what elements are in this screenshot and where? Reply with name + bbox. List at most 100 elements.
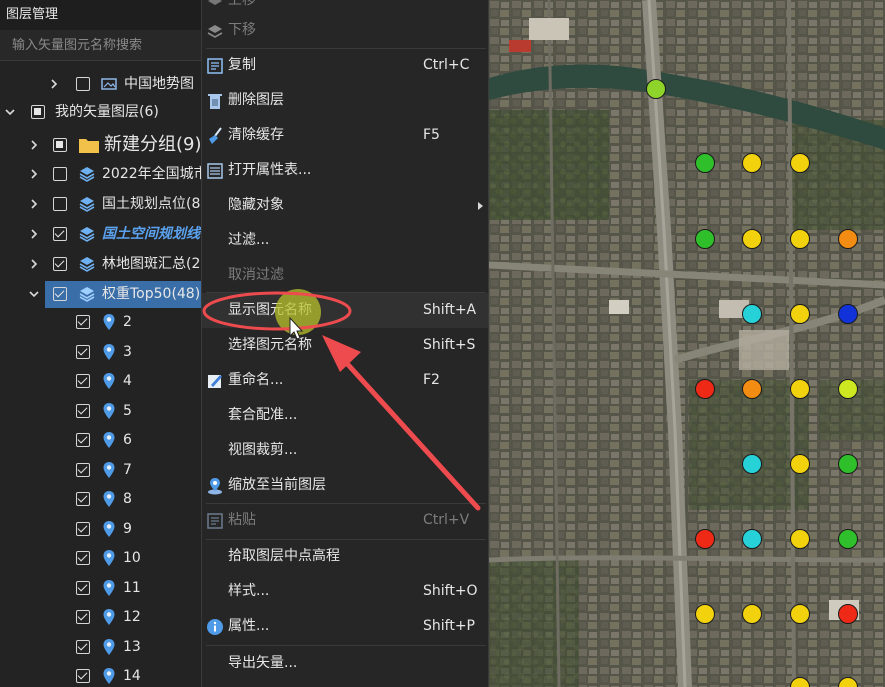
menu-item-delete-layer[interactable]: 删除图层: [202, 83, 488, 118]
tree-row-point[interactable]: 2: [0, 308, 201, 336]
menu-item-export-vector[interactable]: 导出矢量...: [202, 646, 488, 681]
poi-marker[interactable]: [695, 604, 715, 624]
poi-marker[interactable]: [838, 379, 858, 399]
chevron-right-icon[interactable]: [28, 168, 40, 180]
menu-item-show-feature-names[interactable]: 显示图元名称 Shift+A: [202, 293, 488, 328]
tree-row-vector-root[interactable]: 我的矢量图层(6): [0, 98, 201, 126]
point-checkbox[interactable]: [76, 639, 90, 654]
chevron-right-icon[interactable]: [28, 139, 40, 151]
poi-marker[interactable]: [838, 454, 858, 474]
chevron-right-icon[interactable]: [28, 228, 40, 240]
layer-checkbox[interactable]: [76, 77, 90, 91]
menu-item-filter[interactable]: 过滤...: [202, 223, 488, 258]
poi-marker[interactable]: [695, 153, 715, 173]
menu-item-zoom-to-layer[interactable]: 缩放至当前图层: [202, 468, 488, 503]
tree-row-layer-selected[interactable]: 权重Top50(48): [0, 280, 201, 308]
menu-label: 粘贴: [228, 512, 256, 528]
tree-row-basemap[interactable]: 中国地势图: [0, 70, 201, 98]
menu-item-select-feature-names[interactable]: 选择图元名称 Shift+S: [202, 328, 488, 363]
point-checkbox[interactable]: [76, 492, 90, 506]
menu-item-move-down[interactable]: 下移: [202, 13, 488, 48]
menu-item-register[interactable]: 套合配准...: [202, 398, 488, 433]
point-checkbox[interactable]: [76, 374, 90, 388]
point-checkbox[interactable]: [76, 669, 90, 683]
tree-row-layer[interactable]: 林地图斑汇总(2: [0, 250, 201, 278]
chevron-down-icon[interactable]: [28, 288, 40, 300]
point-checkbox[interactable]: [76, 403, 90, 418]
menu-item-hide-objects[interactable]: 隐藏对象: [202, 188, 488, 223]
tree-row-point[interactable]: 7: [0, 456, 201, 484]
layer-checkbox[interactable]: [53, 138, 67, 152]
tree-row-point[interactable]: 11: [0, 574, 201, 602]
poi-marker[interactable]: [742, 153, 762, 173]
point-checkbox[interactable]: [76, 433, 90, 447]
point-checkbox[interactable]: [76, 344, 90, 359]
tree-row-layer[interactable]: 国土规划点位(8: [0, 190, 201, 218]
chevron-down-icon[interactable]: [4, 106, 16, 118]
chevron-right-icon[interactable]: [28, 198, 40, 210]
poi-marker[interactable]: [838, 604, 858, 624]
tree-row-point[interactable]: 5: [0, 397, 201, 425]
poi-marker[interactable]: [742, 304, 762, 324]
menu-label: 删除图层: [228, 92, 284, 108]
poi-marker[interactable]: [838, 304, 858, 324]
poi-marker[interactable]: [742, 454, 762, 474]
layer-checkbox[interactable]: [31, 105, 45, 119]
tree-row-point[interactable]: 6: [0, 426, 201, 454]
layer-checkbox[interactable]: [53, 287, 67, 301]
app-window: 图层管理 中国地势图 我的矢量图层(6): [0, 0, 885, 687]
poi-marker[interactable]: [742, 229, 762, 249]
menu-item-view-clip[interactable]: 视图裁剪...: [202, 433, 488, 468]
chevron-right-icon[interactable]: [28, 258, 40, 270]
menu-item-pick-center-elevation[interactable]: 拾取图层中点高程: [202, 539, 488, 574]
layer-checkbox[interactable]: [53, 257, 67, 271]
layer-checkbox[interactable]: [53, 227, 67, 241]
menu-item-copy[interactable]: 复制 Ctrl+C: [202, 48, 488, 83]
poi-marker[interactable]: [742, 604, 762, 624]
tree-row-folder[interactable]: 新建分组(9): [0, 130, 201, 160]
poi-marker[interactable]: [790, 304, 810, 324]
point-checkbox[interactable]: [76, 521, 90, 536]
poi-marker[interactable]: [742, 529, 762, 549]
map-view[interactable]: [489, 0, 885, 687]
poi-marker[interactable]: [790, 454, 810, 474]
menu-item-properties[interactable]: 属性... Shift+P: [202, 609, 488, 644]
layer-checkbox[interactable]: [53, 197, 67, 211]
poi-marker[interactable]: [790, 153, 810, 173]
menu-item-style[interactable]: 样式... Shift+O: [202, 574, 488, 609]
point-checkbox[interactable]: [76, 315, 90, 329]
tree-row-point[interactable]: 9: [0, 515, 201, 543]
poi-marker[interactable]: [646, 79, 666, 99]
poi-marker[interactable]: [695, 229, 715, 249]
poi-marker[interactable]: [790, 604, 810, 624]
poi-marker[interactable]: [838, 229, 858, 249]
menu-item-cancel-filter[interactable]: 取消过滤: [202, 258, 488, 293]
poi-marker[interactable]: [695, 529, 715, 549]
poi-marker[interactable]: [790, 379, 810, 399]
tree-row-layer[interactable]: 国土空间规划线: [0, 220, 201, 248]
tree-row-point[interactable]: 8: [0, 485, 201, 513]
poi-marker[interactable]: [742, 379, 762, 399]
chevron-right-icon[interactable]: [48, 78, 60, 90]
poi-marker[interactable]: [790, 529, 810, 549]
tree-row-layer[interactable]: 2022年全国城市: [0, 160, 201, 188]
point-checkbox[interactable]: [76, 551, 90, 565]
point-checkbox[interactable]: [76, 462, 90, 477]
tree-row-point[interactable]: 4: [0, 367, 201, 395]
tree-row-point[interactable]: 12: [0, 603, 201, 631]
menu-item-clear-cache[interactable]: 清除缓存 F5: [202, 118, 488, 153]
layer-checkbox[interactable]: [53, 167, 67, 181]
menu-item-paste[interactable]: 粘贴 Ctrl+V: [202, 503, 488, 538]
menu-item-open-attribute-table[interactable]: 打开属性表...: [202, 153, 488, 188]
tree-row-point[interactable]: 10: [0, 544, 201, 572]
tree-row-point[interactable]: 3: [0, 338, 201, 366]
tree-row-point[interactable]: 14: [0, 662, 201, 687]
poi-marker[interactable]: [790, 229, 810, 249]
menu-item-rename[interactable]: 重命名... F2: [202, 363, 488, 398]
point-checkbox[interactable]: [76, 610, 90, 624]
search-input[interactable]: [0, 30, 201, 60]
poi-marker[interactable]: [695, 379, 715, 399]
point-checkbox[interactable]: [76, 580, 90, 595]
poi-marker[interactable]: [838, 529, 858, 549]
tree-row-point[interactable]: 13: [0, 633, 201, 661]
